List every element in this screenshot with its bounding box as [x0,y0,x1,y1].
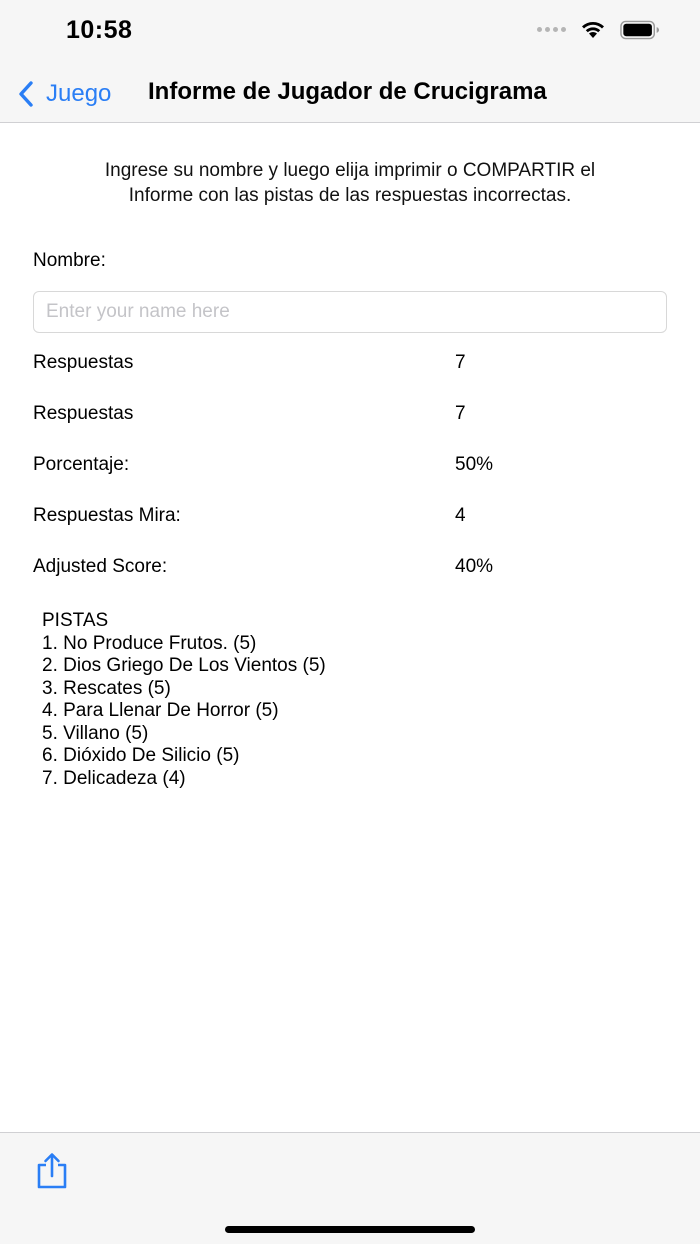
page-title: Informe de Jugador de Crucigrama [148,78,547,105]
name-label: Nombre: [33,250,106,271]
status-time: 10:58 [66,16,133,44]
screen: 10:58 Juego Informe de Jugador de Crucig… [0,0,700,1244]
clues-heading: PISTAS [42,610,109,631]
battery-icon [620,20,660,39]
stat-value: 7 [455,403,466,424]
instructions-line-2: Informe con las pistas de las respuestas… [128,185,572,206]
name-input[interactable] [33,291,667,333]
clue-item: 3. Rescates (5) [42,677,171,699]
stat-value: 4 [455,505,466,526]
stat-value: 40% [455,556,494,577]
stat-label: Respuestas [33,403,134,424]
clue-item: 6. Dióxido De Silicio (5) [42,745,240,766]
clue-item: 7. Delicadeza (4) [42,767,186,789]
clue-item: 1. No Produce Frutos. (5) [42,632,257,654]
stat-value: 50% [455,454,494,475]
instructions-line-1: Ingrese su nombre y luego elija imprimir… [104,160,596,181]
navigation-bar: Juego Informe de Jugador de Crucigrama [0,66,700,123]
home-indicator[interactable] [225,1226,475,1233]
back-label: Juego [46,80,112,107]
clues-list: PISTAS 1. No Produce Frutos. (5) 2. Dios… [42,610,326,790]
share-icon [32,1153,72,1195]
clue-item: 4. Para Llenar De Horror (5) [42,700,279,721]
stat-label: Porcentaje: [33,454,130,475]
wifi-icon [580,20,606,39]
stat-label: Respuestas [33,352,134,373]
stat-label: Respuestas Mira: [33,505,181,526]
stat-value: 7 [455,352,466,373]
signal-icon [537,27,566,32]
clue-item: 2. Dios Griego De Los Vientos (5) [42,655,326,676]
status-bar: 10:58 [0,0,700,66]
share-button[interactable] [32,1151,72,1191]
instructions-text: Ingrese su nombre y luego elija imprimir… [30,158,670,208]
status-icons [537,20,660,39]
chevron-left-icon [18,80,34,108]
back-button[interactable]: Juego [18,76,111,112]
stat-label: Adjusted Score: [33,556,168,577]
clue-item: 5. Villano (5) [42,722,149,744]
